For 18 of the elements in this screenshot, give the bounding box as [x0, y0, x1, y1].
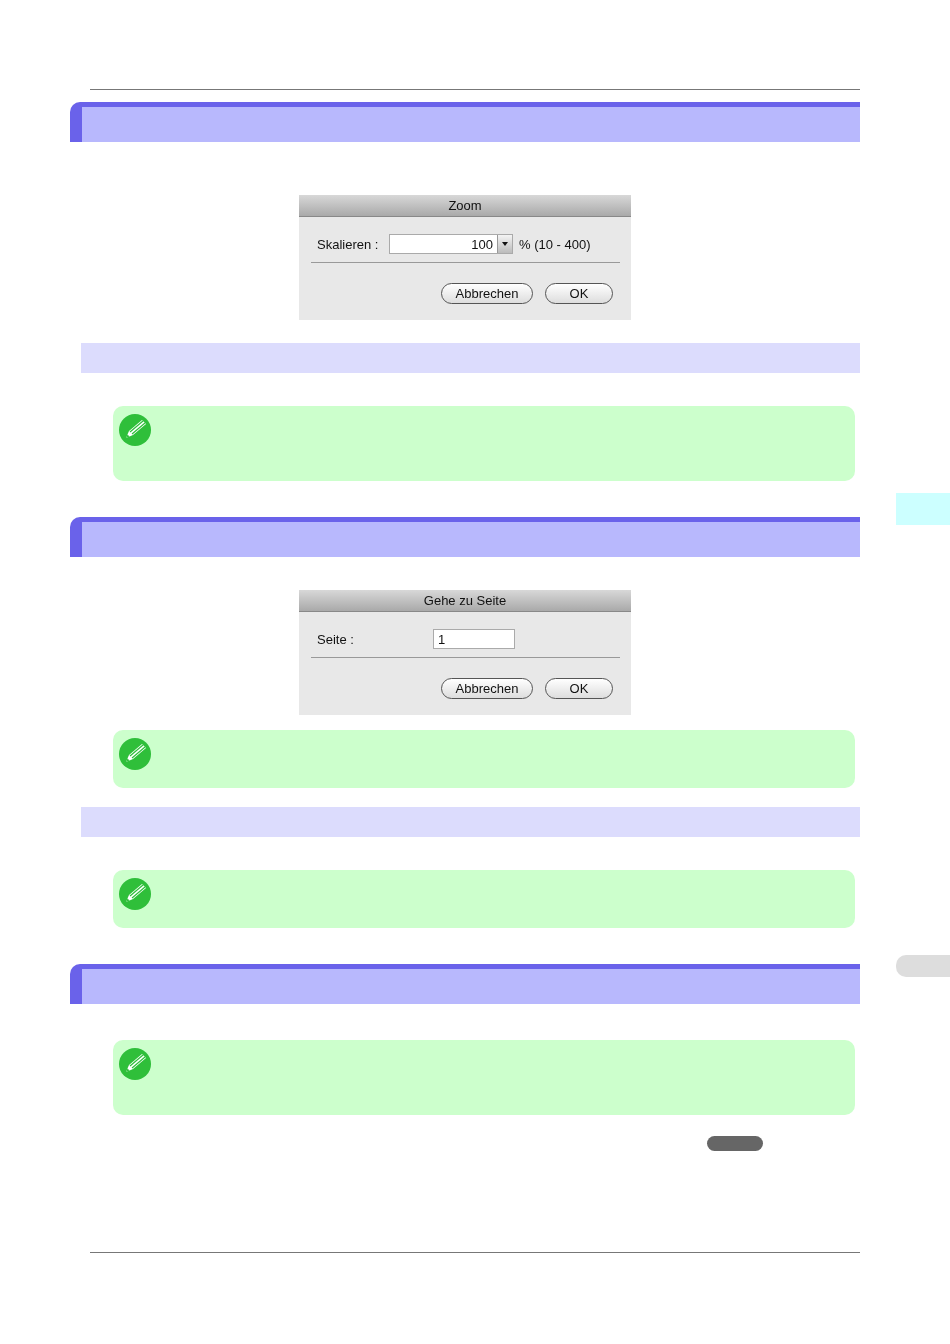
field-label: Seite : [317, 631, 355, 647]
pill-marker [707, 1136, 763, 1151]
input-field[interactable]: 1 [433, 629, 515, 649]
range-hint: % (10 - 400) [519, 236, 591, 252]
dialog-button[interactable]: Abbrechen [441, 678, 533, 699]
pencil-icon [118, 1047, 152, 1081]
side-tab[interactable] [896, 955, 950, 977]
field-label: Skalieren : [317, 236, 380, 252]
dialog-button[interactable]: Abbrechen [441, 283, 533, 304]
combo-box[interactable]: 100 [389, 234, 513, 254]
pencil-icon [118, 413, 152, 447]
dialog-button[interactable]: OK [545, 678, 613, 699]
side-tab[interactable] [896, 493, 950, 525]
dialog-title: Gehe zu Seite [299, 590, 631, 612]
pencil-icon [118, 877, 152, 911]
dialog-title: Zoom [299, 195, 631, 217]
pencil-icon [118, 737, 152, 771]
dialog-button[interactable]: OK [545, 283, 613, 304]
